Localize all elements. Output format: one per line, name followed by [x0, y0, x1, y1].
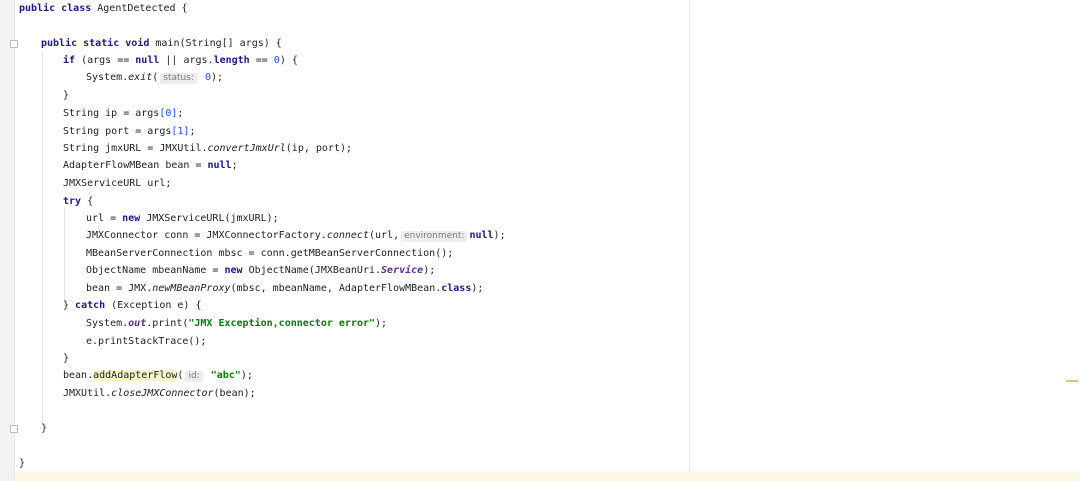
- code-line-11: try {: [63, 196, 94, 207]
- code-line-14: MBeanServerConnection mbsc = conn.getMBe…: [86, 248, 454, 259]
- code-line-23: }: [41, 423, 48, 434]
- code-line-21: bean.addAdapterFlow(id: "abc");: [63, 370, 253, 382]
- code-line-19: e.printStackTrace();: [86, 336, 207, 347]
- code-line-7: String port = args[1];: [63, 126, 196, 137]
- editor-gutter[interactable]: [0, 0, 15, 481]
- code-line-17: } catch (Exception e) {: [63, 300, 202, 311]
- code-line-4: System.exit(status: 0);: [86, 72, 224, 84]
- code-line-20: }: [63, 353, 70, 364]
- param-hint: environment:: [401, 231, 468, 242]
- code-line-24: }: [19, 458, 26, 469]
- code-line-2: public static void main(String[] args) {: [41, 38, 282, 49]
- code-line-6: String ip = args[0];: [63, 108, 184, 119]
- code-line-12: url = new JMXServiceURL(jmxURL);: [86, 213, 279, 224]
- param-hint: status:: [160, 73, 197, 84]
- code-line-3: if (args == null || args.length == 0) {: [63, 55, 298, 66]
- code-line-16: bean = JMX.newMBeanProxy(mbsc, mbeanName…: [86, 283, 484, 294]
- code-line-5: }: [63, 90, 70, 101]
- code-editor[interactable]: public class AgentDetected { public stat…: [15, 0, 1080, 481]
- code-line-22: JMXUtil.closeJMXConnector(bean);: [63, 388, 256, 399]
- code-line-15: ObjectName mbeanName = new ObjectName(JM…: [86, 265, 436, 276]
- code-line-10: JMXServiceURL url;: [63, 178, 172, 189]
- code-line-8: String jmxURL = JMXUtil.convertJmxUrl(ip…: [63, 143, 353, 154]
- code-line-9: AdapterFlowMBean bean = null;: [63, 160, 238, 171]
- param-hint: id:: [185, 371, 203, 382]
- code-line-13: JMXConnector conn = JMXConnectorFactory.…: [86, 230, 506, 242]
- highlighted-method[interactable]: addAdapterFlow: [93, 370, 178, 381]
- code-line-1: public class AgentDetected {: [19, 3, 188, 14]
- code-line-18: System.out.print("JMX Exception,connecto…: [86, 318, 388, 329]
